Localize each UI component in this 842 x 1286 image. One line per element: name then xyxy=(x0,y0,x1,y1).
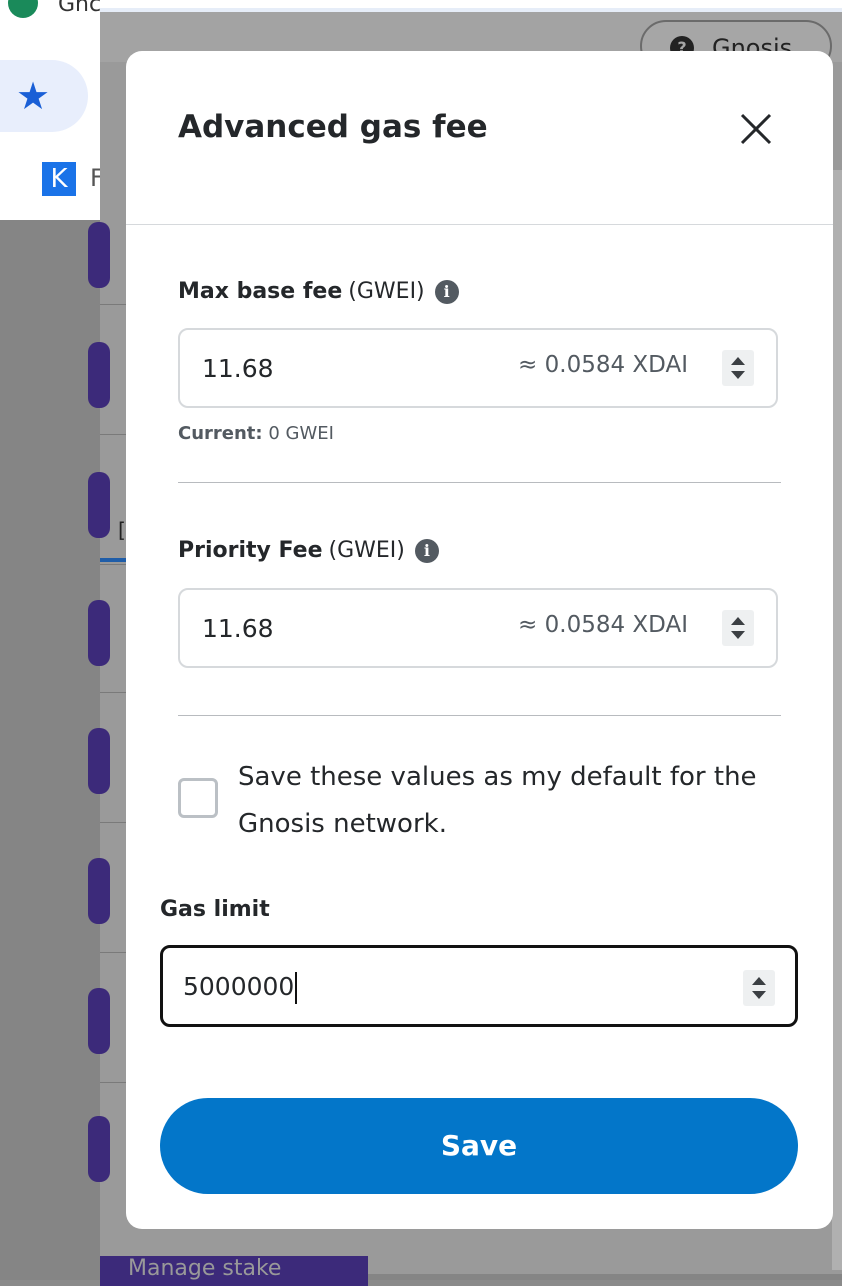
bookmark-star-button[interactable]: ★ xyxy=(0,60,88,132)
stepper-down-icon[interactable] xyxy=(752,991,766,999)
max-base-fee-input[interactable]: 11.68 ≈ 0.0584 XDAI xyxy=(178,328,778,408)
section-divider xyxy=(178,482,781,483)
priority-fee-value[interactable]: 11.68 xyxy=(202,614,274,643)
current-base-fee: Current: 0 GWEI xyxy=(178,423,334,444)
list-item-icon xyxy=(88,222,110,288)
close-button[interactable] xyxy=(736,109,776,149)
max-base-fee-stepper[interactable] xyxy=(722,350,754,386)
current-value: 0 GWEI xyxy=(268,423,334,444)
star-icon: ★ xyxy=(16,74,51,118)
info-icon[interactable]: i xyxy=(414,539,439,563)
priority-fee-approx: ≈ 0.0584 XDAI xyxy=(518,612,688,638)
browser-tab[interactable]: Gnc xyxy=(0,0,110,20)
text-caret xyxy=(295,972,298,1004)
bookmark-favicon-icon[interactable]: K xyxy=(42,162,76,196)
list-item-icon xyxy=(88,600,110,666)
priority-fee-input[interactable]: 11.68 ≈ 0.0584 XDAI xyxy=(178,588,778,668)
max-base-fee-approx: ≈ 0.0584 XDAI xyxy=(518,352,688,378)
save-default-checkbox[interactable] xyxy=(178,778,218,818)
priority-fee-label: Priority Fee (GWEI) i xyxy=(178,538,439,563)
list-item-icon xyxy=(88,988,110,1054)
browser-tab-title: Gnc xyxy=(58,0,102,17)
gas-limit-text: 5000000 xyxy=(183,972,295,1001)
stepper-down-icon[interactable] xyxy=(731,371,745,379)
current-label: Current: xyxy=(178,423,263,444)
advanced-gas-fee-modal: Advanced gas fee Max base fee (GWEI) i 11.… xyxy=(126,51,833,1229)
list-item-icon xyxy=(88,342,110,408)
max-base-fee-title: Max base fee xyxy=(178,279,343,304)
gas-limit-label: Gas limit xyxy=(160,897,270,922)
stepper-up-icon[interactable] xyxy=(731,357,745,365)
gas-limit-stepper[interactable] xyxy=(743,970,775,1006)
list-item-icon xyxy=(88,472,110,538)
manage-stake-button[interactable]: Manage stake xyxy=(100,1256,368,1286)
stepper-down-icon[interactable] xyxy=(731,631,745,639)
list-item-icon xyxy=(88,1116,110,1182)
save-button[interactable]: Save xyxy=(160,1098,798,1194)
modal-title: Advanced gas fee xyxy=(178,109,488,145)
list-item-icon xyxy=(88,728,110,794)
gas-limit-value[interactable]: 5000000 xyxy=(183,972,298,1004)
gas-limit-input[interactable]: 5000000 xyxy=(160,945,798,1027)
priority-fee-unit: (GWEI) xyxy=(328,538,405,563)
save-default-label[interactable]: Save these values as my default for the … xyxy=(238,754,778,848)
max-base-fee-value[interactable]: 11.68 xyxy=(202,354,274,383)
list-item-icon xyxy=(88,858,110,924)
info-icon[interactable]: i xyxy=(434,280,459,304)
stepper-up-icon[interactable] xyxy=(731,617,745,625)
priority-fee-stepper[interactable] xyxy=(722,610,754,646)
close-icon xyxy=(740,113,772,145)
header-divider xyxy=(126,224,833,225)
tab-letter: [ xyxy=(118,518,126,542)
section-divider xyxy=(178,715,781,716)
gnosis-logo-icon xyxy=(8,0,38,18)
stepper-up-icon[interactable] xyxy=(752,977,766,985)
priority-fee-title: Priority Fee xyxy=(178,538,323,563)
max-base-fee-unit: (GWEI) xyxy=(348,279,425,304)
max-base-fee-label: Max base fee (GWEI) i xyxy=(178,279,459,304)
scrollbar[interactable] xyxy=(832,170,842,1270)
